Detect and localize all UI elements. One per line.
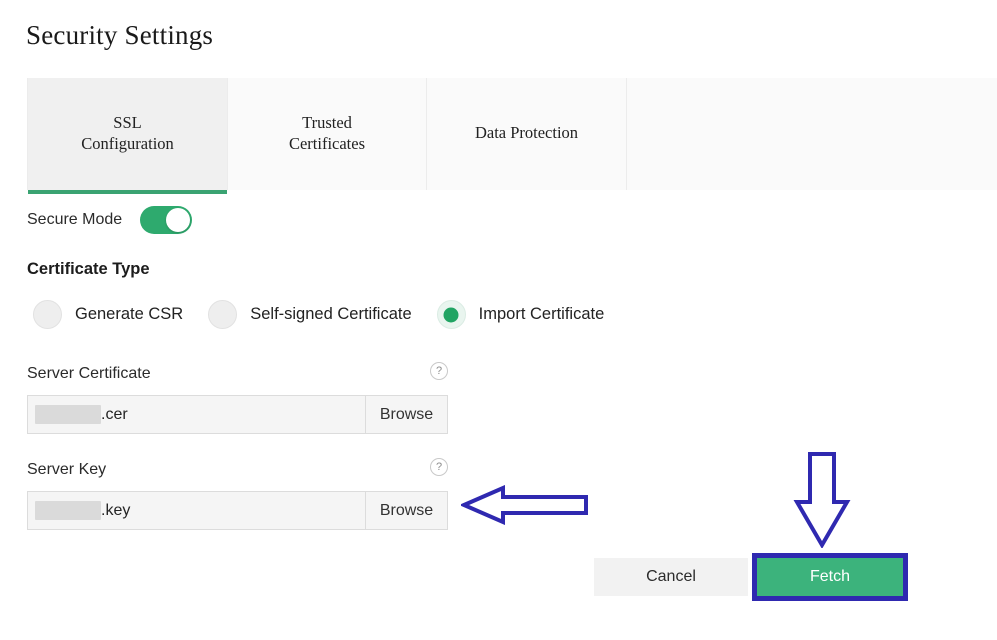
tab-bar: SSL Configuration Trusted Certificates D… (27, 78, 997, 190)
cancel-button[interactable]: Cancel (594, 558, 748, 596)
tab-data-protection[interactable]: Data Protection (427, 78, 627, 190)
tab-data-protection-label: Data Protection (475, 122, 578, 143)
server-key-value[interactable]: .key (28, 492, 366, 529)
radio-icon-selected (437, 300, 466, 329)
server-certificate-extension: .cer (101, 406, 128, 424)
radio-icon (33, 300, 62, 329)
redacted-filename (35, 405, 101, 424)
certificate-type-heading: Certificate Type (27, 260, 150, 279)
help-icon[interactable]: ? (430, 458, 448, 476)
server-certificate-value[interactable]: .cer (28, 396, 366, 433)
server-certificate-label: Server Certificate (27, 365, 151, 383)
page-title: Security Settings (26, 20, 213, 51)
radio-self-signed-certificate-label: Self-signed Certificate (250, 305, 411, 324)
radio-self-signed-certificate[interactable]: Self-signed Certificate (208, 300, 411, 329)
certificate-type-radio-group: Generate CSR Self-signed Certificate Imp… (33, 300, 604, 329)
server-key-browse-button[interactable]: Browse (366, 492, 447, 529)
radio-generate-csr[interactable]: Generate CSR (33, 300, 183, 329)
tab-ssl-configuration-label: SSL Configuration (81, 112, 174, 154)
security-settings-page: Security Settings SSL Configuration Trus… (0, 0, 997, 640)
secure-mode-label: Secure Mode (27, 211, 122, 229)
server-certificate-browse-button[interactable]: Browse (366, 396, 447, 433)
server-key-extension: .key (101, 502, 130, 520)
tab-bar-filler (627, 78, 997, 190)
tab-label-line2: Configuration (81, 134, 174, 153)
redacted-filename (35, 501, 101, 520)
help-icon[interactable]: ? (430, 362, 448, 380)
server-key-input[interactable]: .key Browse (27, 491, 448, 530)
fetch-button-highlight: Fetch (752, 553, 908, 601)
arrow-left-icon (461, 485, 589, 525)
secure-mode-toggle[interactable] (140, 206, 192, 234)
server-key-label: Server Key (27, 461, 106, 479)
tab-trusted-certificates-label: Trusted Certificates (289, 112, 365, 154)
tab-label-line2: Certificates (289, 134, 365, 153)
tab-ssl-configuration[interactable]: SSL Configuration (27, 78, 228, 190)
radio-generate-csr-label: Generate CSR (75, 305, 183, 324)
server-certificate-field-group: Server Certificate ? .cer Browse (27, 361, 448, 434)
server-certificate-head: Server Certificate ? (27, 361, 448, 387)
server-key-head: Server Key ? (27, 457, 448, 483)
tab-trusted-certificates[interactable]: Trusted Certificates (228, 78, 427, 190)
secure-mode-row: Secure Mode (27, 206, 192, 234)
tab-label-line1: SSL (113, 113, 141, 132)
fetch-button[interactable]: Fetch (757, 558, 903, 596)
radio-import-certificate-label: Import Certificate (479, 305, 605, 324)
arrow-down-icon (793, 450, 851, 548)
radio-import-certificate[interactable]: Import Certificate (437, 300, 605, 329)
server-certificate-input[interactable]: .cer Browse (27, 395, 448, 434)
radio-icon (208, 300, 237, 329)
toggle-knob (166, 208, 190, 232)
tab-label-line1: Trusted (302, 113, 352, 132)
server-key-field-group: Server Key ? .key Browse (27, 457, 448, 530)
